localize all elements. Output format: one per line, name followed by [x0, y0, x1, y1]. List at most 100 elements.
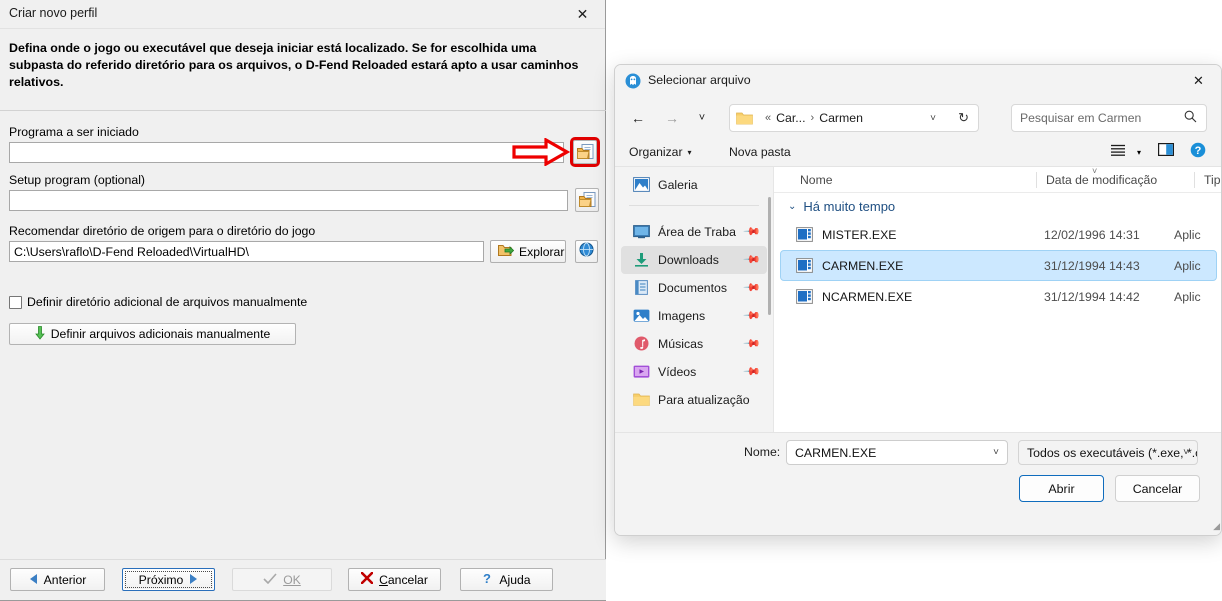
check-icon: [263, 572, 277, 587]
folder-document-icon: [578, 192, 596, 208]
pin-icon[interactable]: 📌: [743, 278, 762, 297]
help-button[interactable]: ? Ajuda: [460, 568, 553, 591]
refresh-icon[interactable]: ↻: [958, 110, 969, 126]
column-divider[interactable]: [1194, 172, 1195, 188]
explore-button[interactable]: Explorar: [490, 240, 566, 263]
x-mark-icon: [360, 571, 374, 587]
help-button[interactable]: ?: [1187, 141, 1209, 163]
globe-help-icon: [579, 242, 594, 262]
svg-text:?: ?: [483, 572, 491, 585]
chevron-down-icon[interactable]: ⌄: [788, 201, 796, 212]
pin-icon[interactable]: 📌: [743, 250, 762, 269]
sidebar-item-para-atualizacao[interactable]: Para atualização: [621, 386, 767, 414]
globe-help-button[interactable]: [575, 240, 598, 263]
view-caret-button[interactable]: ▾: [1130, 141, 1148, 163]
breadcrumb-current[interactable]: Carmen: [819, 111, 863, 125]
sidebar-item-imagens[interactable]: Imagens 📌: [621, 302, 767, 330]
search-input[interactable]: Pesquisar em Carmen: [1011, 104, 1207, 132]
new-folder-label: Nova pasta: [729, 145, 791, 159]
file-type: Aplic: [1174, 227, 1201, 242]
cancel-button[interactable]: Cancelar: [348, 568, 441, 591]
left-triangle-icon: [29, 573, 38, 587]
chevron-down-icon[interactable]: ˅: [930, 113, 936, 124]
sidebar-item-label: Para atualização: [658, 393, 750, 407]
setup-browse-button[interactable]: [575, 188, 599, 212]
breadcrumb-parent[interactable]: Car...: [776, 111, 805, 125]
column-header-nome[interactable]: Nome: [800, 173, 833, 187]
cancel-button[interactable]: Cancelar: [1115, 475, 1200, 502]
column-header-tipo[interactable]: Tipo: [1204, 173, 1221, 187]
manual-dir-checkbox-row[interactable]: Definir diretório adicional de arquivos …: [9, 295, 307, 309]
file-dialog-title: Selecionar arquivo: [648, 73, 751, 87]
music-icon: [633, 336, 651, 352]
file-date: 12/02/1996 14:31: [1044, 227, 1140, 242]
preview-pane-button[interactable]: [1155, 141, 1177, 163]
sidebar-item-musicas[interactable]: Músicas 📌: [621, 330, 767, 358]
previous-button[interactable]: Anterior: [10, 568, 105, 591]
sidebar-item-galeria[interactable]: Galeria: [621, 171, 767, 199]
file-dialog-footer: Nome: CARMEN.EXE ˅ Todos os executáveis …: [615, 432, 1221, 535]
search-placeholder: Pesquisar em Carmen: [1020, 111, 1142, 125]
manual-files-button[interactable]: Definir arquivos adicionais manualmente: [9, 323, 296, 345]
close-icon[interactable]: ✕: [1176, 65, 1221, 97]
close-icon[interactable]: ✕: [560, 0, 605, 28]
sidebar-item-label: Downloads: [658, 253, 719, 267]
sidebar-scrollbar[interactable]: [768, 197, 771, 315]
recent-locations-button[interactable]: ˅: [689, 105, 715, 131]
table-row[interactable]: CARMEN.EXE 31/12/1994 14:43 Aplic: [780, 250, 1217, 281]
pin-icon[interactable]: 📌: [743, 334, 762, 353]
sidebar-item-downloads[interactable]: Downloads 📌: [621, 246, 767, 274]
pin-icon[interactable]: 📌: [743, 362, 762, 381]
dialog-title: Criar novo perfil: [9, 6, 98, 20]
preview-pane-icon: [1158, 143, 1175, 161]
column-header-data[interactable]: Data de modificação: [1046, 173, 1157, 187]
group-header-row[interactable]: ⌄ Há muito tempo: [774, 193, 1221, 219]
pin-icon[interactable]: 📌: [743, 306, 762, 325]
executable-icon: [796, 258, 813, 273]
sidebar-item-videos[interactable]: Vídeos 📌: [621, 358, 767, 386]
program-label: Programa a ser iniciado: [9, 125, 139, 139]
arrow-right-icon: →: [665, 110, 679, 126]
file-dialog-body: Galeria Área de Traba 📌 Downloads 📌 Docu…: [615, 166, 1221, 464]
file-date: 31/12/1994 14:42: [1044, 289, 1140, 304]
table-row[interactable]: NCARMEN.EXE 31/12/1994 14:42 Aplic: [780, 281, 1217, 312]
folder-document-icon: [576, 144, 594, 160]
pin-icon[interactable]: 📌: [743, 222, 762, 241]
source-dir-input[interactable]: [9, 241, 484, 262]
sidebar-item-documentos[interactable]: Documentos 📌: [621, 274, 767, 302]
open-label: Abrir: [1048, 481, 1075, 496]
breadcrumb-separator: ›: [810, 112, 815, 124]
help-label: Ajuda: [499, 572, 531, 587]
setup-input[interactable]: [9, 190, 568, 211]
documents-icon: [633, 280, 651, 296]
sidebar-item-label: Área de Traba: [658, 225, 736, 239]
file-name: CARMEN.EXE: [822, 258, 904, 273]
new-folder-button[interactable]: Nova pasta: [723, 141, 797, 163]
chevron-down-icon[interactable]: ˅: [993, 447, 999, 458]
breadcrumb[interactable]: « Car... › Carmen ˅ ↻: [729, 104, 979, 132]
focus-ring: [125, 571, 212, 588]
forward-button[interactable]: →: [659, 105, 685, 131]
sidebar-item-area-de-trabalho[interactable]: Área de Traba 📌: [621, 218, 767, 246]
view-options-button[interactable]: [1107, 141, 1129, 163]
organize-button[interactable]: Organizar ▾: [623, 141, 698, 163]
sidebar-item-label: Documentos: [658, 281, 728, 295]
program-browse-button[interactable]: [570, 137, 600, 167]
table-row[interactable]: MISTER.EXE 12/02/1996 14:31 Aplic: [780, 219, 1217, 250]
back-button[interactable]: ←: [625, 105, 651, 131]
chevron-down-icon: ▾: [1136, 147, 1141, 157]
sidebar-item-label: Galeria: [658, 178, 698, 192]
source-dir-label: Recomendar diretório de origem para o di…: [9, 224, 316, 238]
file-name-input[interactable]: CARMEN.EXE ˅: [786, 440, 1008, 465]
resize-grip-icon[interactable]: ◢: [1213, 521, 1220, 532]
chevron-down-icon: ˅: [698, 112, 706, 124]
next-button[interactable]: Próximo: [122, 568, 215, 591]
column-divider[interactable]: [1036, 172, 1037, 188]
program-input[interactable]: [9, 142, 564, 163]
intro-text: Defina onde o jogo ou executável que des…: [9, 41, 579, 89]
file-type-filter[interactable]: Todos os executáveis (*.exe, *.c ˅: [1018, 440, 1198, 465]
open-button[interactable]: Abrir: [1019, 475, 1104, 502]
file-date: 31/12/1994 14:43: [1044, 258, 1140, 273]
manual-dir-checkbox[interactable]: [9, 295, 22, 309]
chevron-down-icon[interactable]: ˅: [1183, 447, 1189, 458]
